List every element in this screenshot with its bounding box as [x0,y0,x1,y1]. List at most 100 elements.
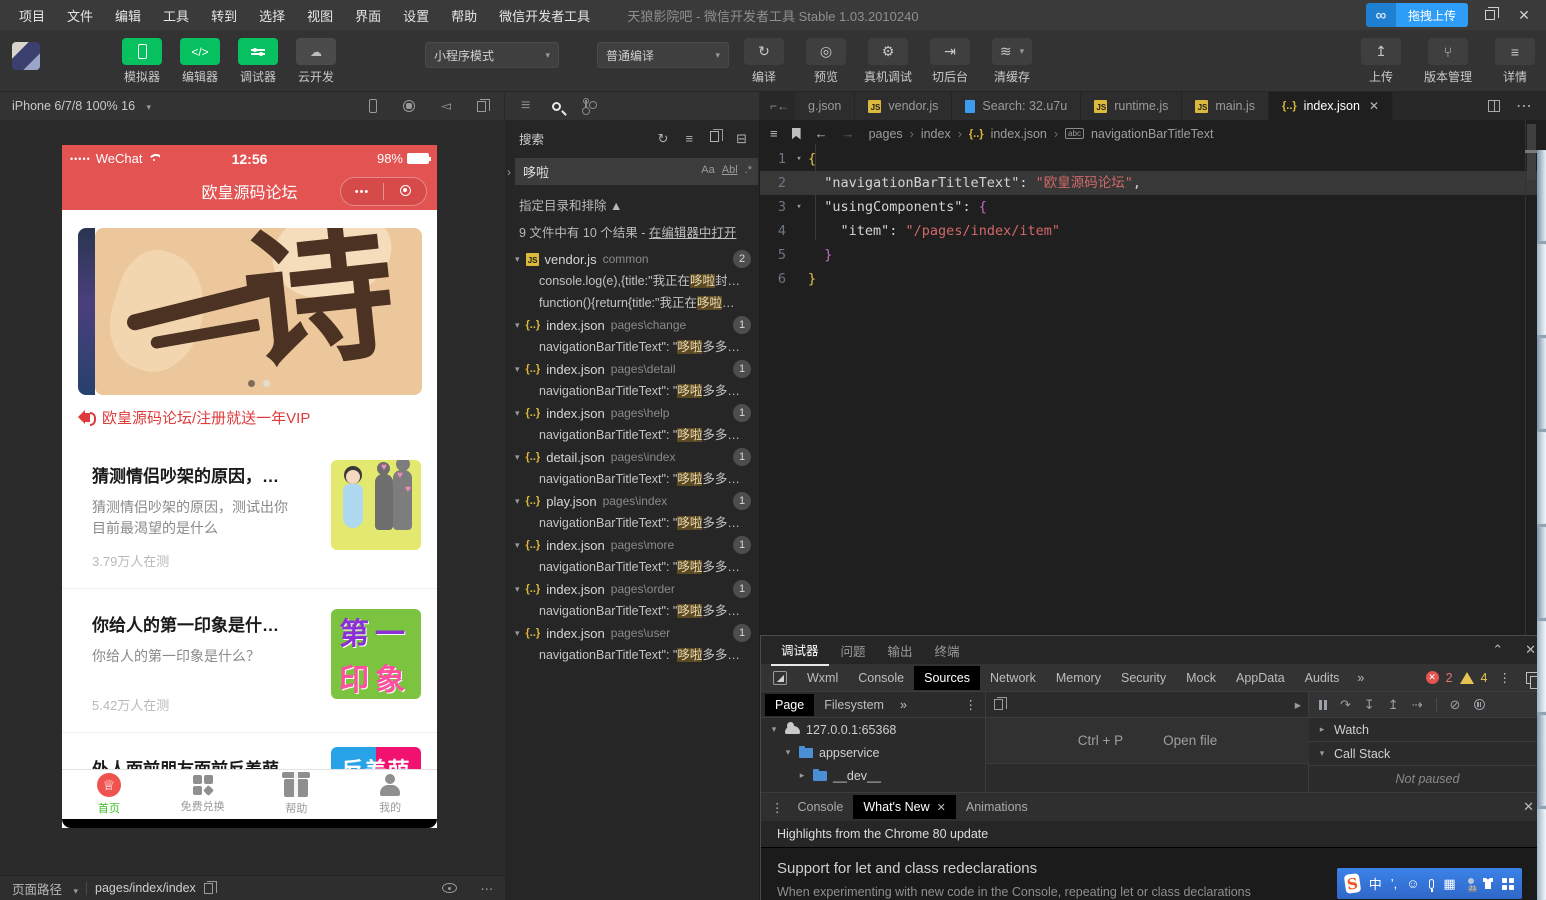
announcement-bar[interactable]: 欧皇源码论坛/注册就送一年VIP [62,395,437,434]
chevron-down-icon[interactable]: ▾ [515,496,520,507]
drawer-tab-animations[interactable]: Animations [956,795,1038,819]
emoji-icon[interactable]: ☺ [1406,876,1419,891]
whole-word-icon[interactable]: Abl [722,164,738,176]
page-path-select[interactable]: 页面路径 ▾ [12,879,78,898]
record-icon[interactable] [403,100,415,112]
cloud-dev-button[interactable]: ☁ 云开发 [292,38,340,85]
step-over-icon[interactable]: ↷ [1340,697,1351,713]
expand-replace-icon[interactable]: › [507,165,511,179]
editor-tab-index-json[interactable]: {..} index.json ✕ [1268,92,1394,120]
split-editor-icon[interactable] [1488,100,1500,112]
code-line[interactable]: 6} [760,267,1546,291]
simulator-button[interactable]: 模拟器 [118,38,166,85]
search-result-file[interactable]: ▾ {..} detail.json pages\index 1 [505,446,759,468]
chevron-down-icon[interactable]: ▾ [515,584,520,595]
keyboard-icon[interactable]: ▦ [1443,876,1455,892]
devtools-tab-memory[interactable]: Memory [1046,666,1111,690]
editor-tab-search-32-u7u[interactable]: Search: 32.u7u [952,92,1082,120]
collapse-all-icon[interactable]: ⊟ [736,131,747,147]
tab-filesystem[interactable]: Filesystem [814,694,894,716]
rotate-device-icon[interactable] [369,99,377,113]
devtools-tab-network[interactable]: Network [980,666,1046,690]
search-icon[interactable] [552,101,562,111]
search-result-file[interactable]: ▾ JS vendor.js common 2 [505,248,759,270]
mode-select[interactable]: 小程序模式 ▾ [425,42,559,68]
twisty-icon[interactable]: ▸ [797,770,807,781]
version-control-button[interactable]: ⑂ 版本管理 [1417,38,1479,85]
phone-tab-home[interactable]: ♕ 首页 [62,770,156,819]
menu-item[interactable]: 文件 [58,3,102,28]
debugger-tab-调试器[interactable]: 调试器 [771,635,829,666]
devtools-tab-wxml[interactable]: Wxml [797,666,848,690]
switch-background-button[interactable]: ⇥ 切后台 [924,38,976,85]
compile-mode-select[interactable]: 普通编译 ▾ [597,42,729,68]
match-case-icon[interactable]: Aa [701,164,714,176]
search-result-file[interactable]: ▾ {..} index.json pages\more 1 [505,534,759,556]
search-result-match[interactable]: navigationBarTitleText": "哆啦多多… [505,644,759,666]
tab-page[interactable]: Page [765,693,815,716]
search-result-file[interactable]: ▾ {..} index.json pages\user 1 [505,622,759,644]
debugger-tab-问题[interactable]: 问题 [831,636,876,665]
collapse-panel-icon[interactable]: ⌃ [1492,642,1503,658]
search-result-match[interactable]: navigationBarTitleText": "哆啦多多… [505,424,759,446]
error-count[interactable]: 2 [1446,671,1453,685]
mic-icon[interactable] [1428,878,1435,892]
real-device-debug-button[interactable]: ⚙ 真机调试 [862,38,914,85]
mute-icon[interactable]: ◅ [441,98,451,114]
search-result-file[interactable]: ▾ {..} play.json pages\index 1 [505,490,759,512]
show-navigator-icon[interactable] [994,697,1007,710]
editor-tab-runtime-js[interactable]: JS runtime.js [1081,92,1183,120]
menu-item[interactable]: 项目 [10,3,54,28]
desktop-edge-toolbar[interactable] [1537,150,1546,900]
compile-button[interactable]: ↻ 编译 [738,38,790,85]
chinese-mode-icon[interactable]: 中 [1369,874,1382,893]
code-line[interactable]: 5 } [760,243,1546,267]
editor-button[interactable]: </> 编辑器 [176,38,224,85]
phone-tab-grid[interactable]: 免费兑换 [156,770,250,819]
refresh-icon[interactable]: ↻ [658,131,669,147]
editor-tab-g-json[interactable]: g.json [795,92,856,120]
banner-carousel[interactable]: 诗 [62,228,437,395]
devtools-tab-sources[interactable]: Sources [914,665,980,690]
drawer-tab-what-s-new[interactable]: What's New ✕ [853,795,956,819]
close-window-button[interactable]: ✕ [1512,7,1536,24]
account-icon[interactable] [1465,877,1478,892]
git-branch-icon[interactable] [583,98,595,114]
code-line[interactable]: 2 "navigationBarTitleText": "欧皇源码论坛", [760,171,1546,195]
clear-cache-button[interactable]: ≋ ▾ 清缓存 [986,38,1038,85]
pause-on-exceptions-icon[interactable] [1473,699,1485,710]
menu-item[interactable]: 设置 [394,3,438,28]
twisty-icon[interactable]: ▾ [769,724,779,735]
menu-item[interactable]: 界面 [346,3,390,28]
clear-results-icon[interactable]: ≡ [686,131,694,147]
close-icon[interactable]: ✕ [937,801,946,814]
menu-item[interactable]: 选择 [250,3,294,28]
carousel-image[interactable]: 诗 [95,228,422,395]
devtools-menu-icon[interactable]: ⋮ [1495,670,1516,685]
search-result-file[interactable]: ▾ {..} index.json pages\change 1 [505,314,759,336]
drawer-menu-icon[interactable]: ⋮ [767,800,788,815]
pause-script-icon[interactable] [1319,699,1327,710]
copy-path-icon[interactable] [203,880,217,894]
call-stack-section[interactable]: ▾ Call Stack [1309,742,1546,766]
chevron-down-icon[interactable]: ▾ [515,254,520,265]
visibility-icon[interactable] [441,883,457,893]
fold-icon[interactable]: ▾ [790,147,808,171]
back-icon[interactable]: ← [815,126,828,141]
step-icon[interactable]: ⇢ [1412,697,1423,713]
menu-item[interactable]: 转到 [202,3,246,28]
code-line[interactable]: 4 "item": "/pages/index/item" [760,219,1546,243]
close-panel-icon[interactable]: ✕ [1525,642,1536,658]
step-out-icon[interactable]: ↥ [1388,697,1399,713]
search-result-match[interactable]: navigationBarTitleText": "哆啦多多… [505,336,759,358]
quiz-card[interactable]: 你给人的第一印象是什… 你给人的第一印象是什么？ 5.42万人在测 第一 印象 [62,588,437,732]
step-into-icon[interactable]: ↧ [1364,697,1375,713]
search-result-file[interactable]: ▾ {..} index.json pages\order 1 [505,578,759,600]
tree-item[interactable]: ▸ __dev__ [761,764,985,787]
chevron-down-icon[interactable]: ▾ [515,364,520,375]
drawer-tab-console[interactable]: Console [788,795,854,819]
twisty-icon[interactable]: ▾ [783,747,793,758]
deactivate-breakpoints-icon[interactable]: ⊘ [1450,697,1461,713]
navigator-menu-icon[interactable]: ⋮ [965,697,982,712]
more-tabs-icon[interactable]: » [894,698,913,712]
